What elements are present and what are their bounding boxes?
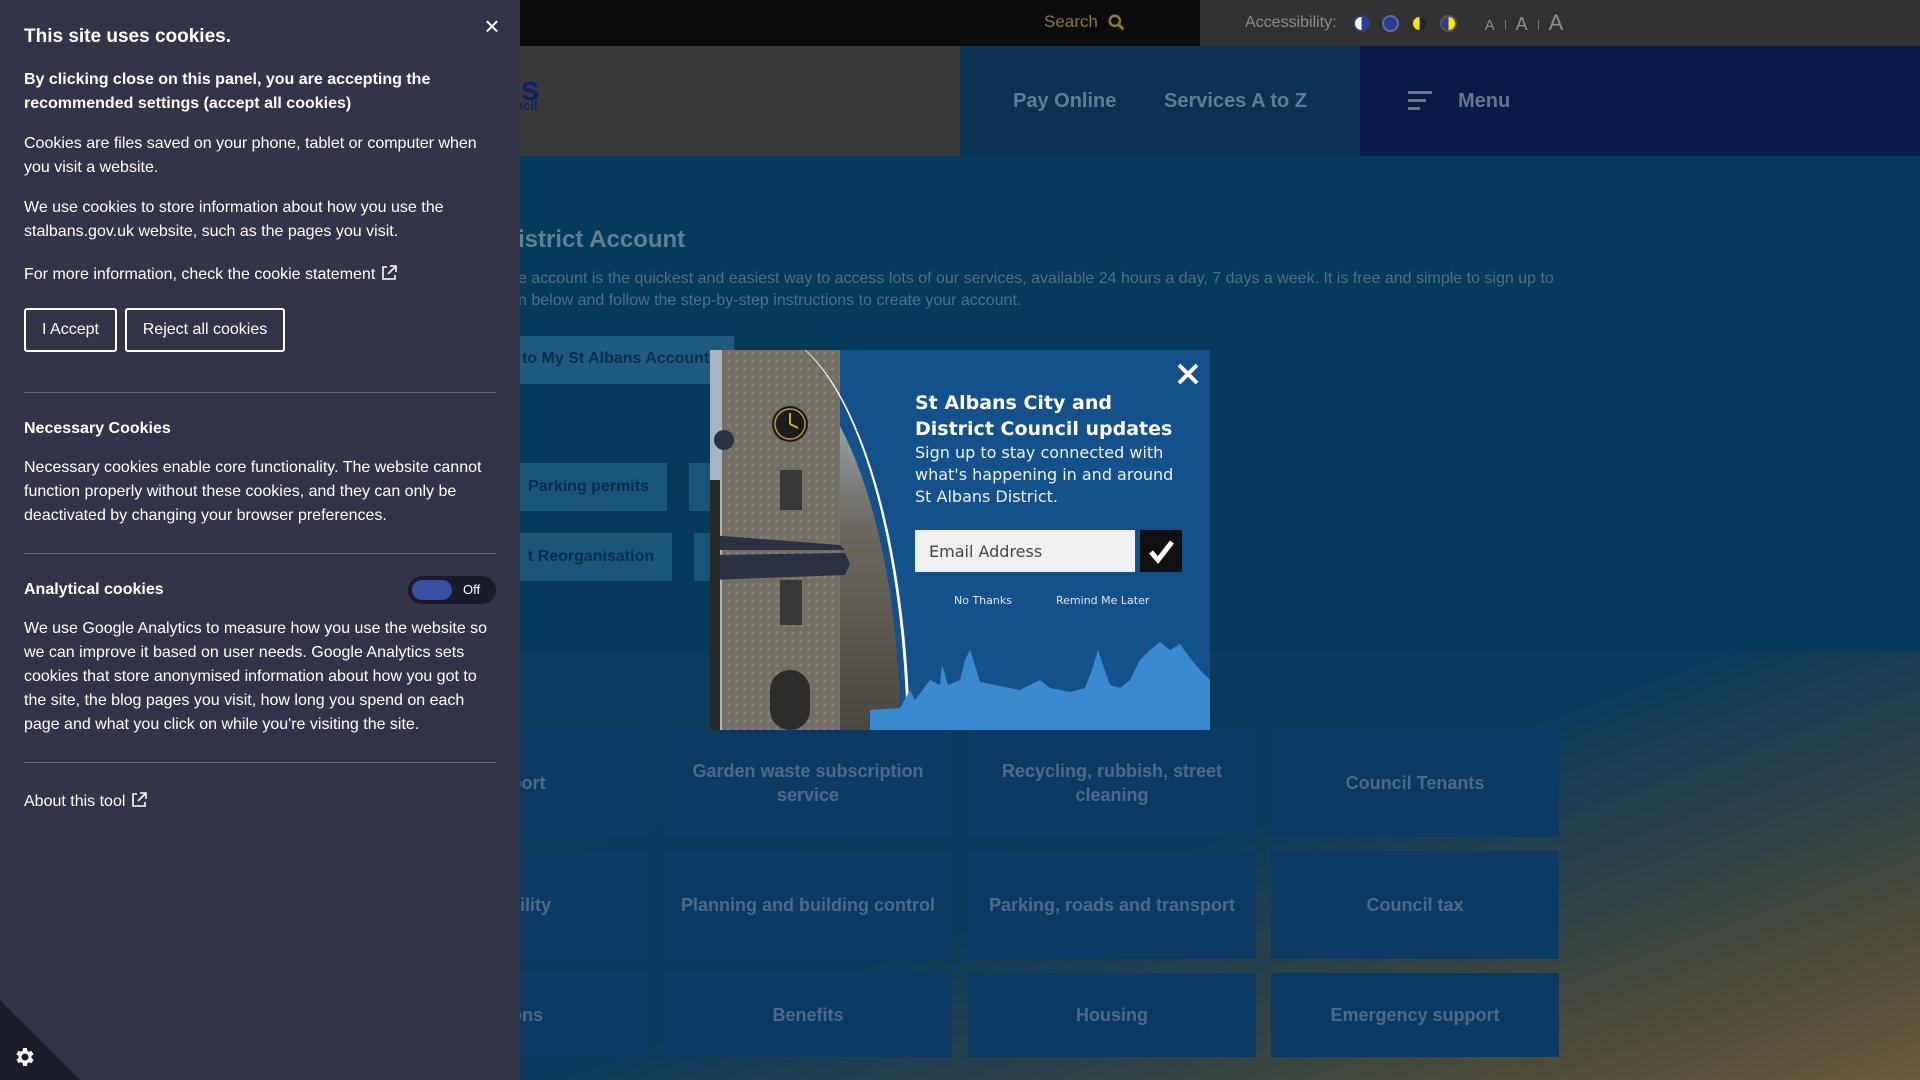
accept-button[interactable]: I Accept — [24, 308, 117, 352]
analytical-cookies-toggle[interactable]: Off — [408, 576, 496, 604]
cookie-paragraph: Cookies are files saved on your phone, t… — [24, 135, 477, 176]
divider — [24, 553, 496, 554]
modal-description: Sign up to stay connected with what's ha… — [915, 443, 1174, 506]
remind-me-later-link[interactable]: Remind Me Later — [1056, 594, 1149, 607]
external-link-icon — [132, 792, 148, 807]
account-description: e account is the quickest and easiest wa… — [518, 270, 1554, 309]
cookie-panel-title: This site uses cookies. — [24, 26, 231, 47]
font-size-medium[interactable]: A — [1516, 14, 1528, 35]
about-tool-link[interactable]: About this tool — [24, 790, 499, 814]
menu-icon[interactable] — [1408, 91, 1432, 115]
newsletter-modal: St Albans City and District Council upda… — [710, 350, 1210, 730]
service-tile[interactable]: Recycling, rubbish, street cleaning — [968, 729, 1256, 837]
service-tile[interactable]: Parking, roads and transport — [968, 851, 1256, 959]
cookie-statement-link[interactable]: For more information, check the cookie s… — [24, 263, 499, 287]
cookie-paragraph: We use cookies to store information abou… — [24, 199, 444, 240]
close-icon[interactable] — [1172, 358, 1204, 390]
nav-pay-online[interactable]: Pay Online — [1013, 90, 1116, 113]
city-skyline-illustration — [870, 642, 1210, 730]
analytical-cookies-heading: Analytical cookies — [24, 581, 164, 598]
service-tile[interactable]: Benefits — [664, 973, 952, 1057]
font-size-large[interactable]: A — [1549, 10, 1564, 36]
reorganisation-button[interactable]: t Reorganisation — [510, 533, 672, 581]
divider — [24, 392, 496, 393]
go-to-account-button[interactable]: to My St Albans Account — [510, 336, 734, 384]
email-field[interactable] — [915, 530, 1135, 572]
cookie-panel: × This site uses cookies. By clicking cl… — [0, 0, 520, 1080]
divider — [24, 762, 496, 763]
contrast-yellow-black-icon[interactable] — [1410, 14, 1428, 32]
search-link[interactable]: Search — [1044, 12, 1125, 32]
cookie-intro: By clicking close on this panel, you are… — [24, 71, 431, 112]
nav-services-a-to-z[interactable]: Services A to Z — [1164, 90, 1307, 113]
service-tile[interactable]: Council Tenants — [1271, 729, 1559, 837]
accessibility-label: Accessibility: — [1245, 14, 1337, 31]
cookie-statement-label: For more information, check the cookie s… — [24, 266, 376, 283]
submit-button[interactable] — [1140, 530, 1182, 572]
analytical-cookies-text: We use Google Analytics to measure how y… — [24, 620, 488, 733]
menu-area — [1360, 46, 1920, 156]
account-title: istrict Account — [518, 226, 686, 253]
search-icon — [1108, 13, 1125, 30]
reject-all-button[interactable]: Reject all cookies — [125, 308, 285, 352]
service-tile[interactable]: Emergency support — [1271, 973, 1559, 1057]
about-tool-label: About this tool — [24, 793, 126, 810]
contrast-default-icon[interactable] — [1352, 14, 1370, 32]
search-label: Search — [1044, 12, 1098, 31]
toggle-state-label: Off — [463, 582, 481, 597]
divider — [1504, 20, 1506, 30]
service-tile[interactable]: Council tax — [1271, 851, 1559, 959]
font-size-options: A A A — [1485, 10, 1564, 36]
contrast-options — [1352, 14, 1457, 32]
service-tile[interactable]: Garden waste subscription service — [664, 729, 952, 837]
accessibility-bar: Accessibility: A A A — [1200, 0, 1920, 46]
external-link-icon — [382, 265, 398, 280]
modal-title: St Albans City and District Council upda… — [915, 392, 1173, 440]
checkmark-icon — [1149, 540, 1174, 564]
close-icon[interactable]: × — [482, 13, 502, 39]
necessary-cookies-text: Necessary cookies enable core functional… — [24, 459, 482, 524]
menu-button[interactable]: Menu — [1458, 90, 1510, 113]
parking-permits-button[interactable]: Parking permits — [510, 463, 667, 511]
gear-icon[interactable] — [12, 1045, 36, 1069]
service-tile[interactable]: Planning and building control — [664, 851, 952, 959]
no-thanks-link[interactable]: No Thanks — [954, 594, 1012, 607]
divider — [1537, 20, 1539, 30]
service-tile[interactable]: Housing — [968, 973, 1256, 1057]
font-size-small[interactable]: A — [1485, 17, 1495, 34]
contrast-blue-icon[interactable] — [1381, 14, 1399, 32]
toggle-knob — [412, 580, 452, 600]
contrast-blue-yellow-icon[interactable] — [1439, 14, 1457, 32]
necessary-cookies-heading: Necessary Cookies — [24, 420, 171, 437]
